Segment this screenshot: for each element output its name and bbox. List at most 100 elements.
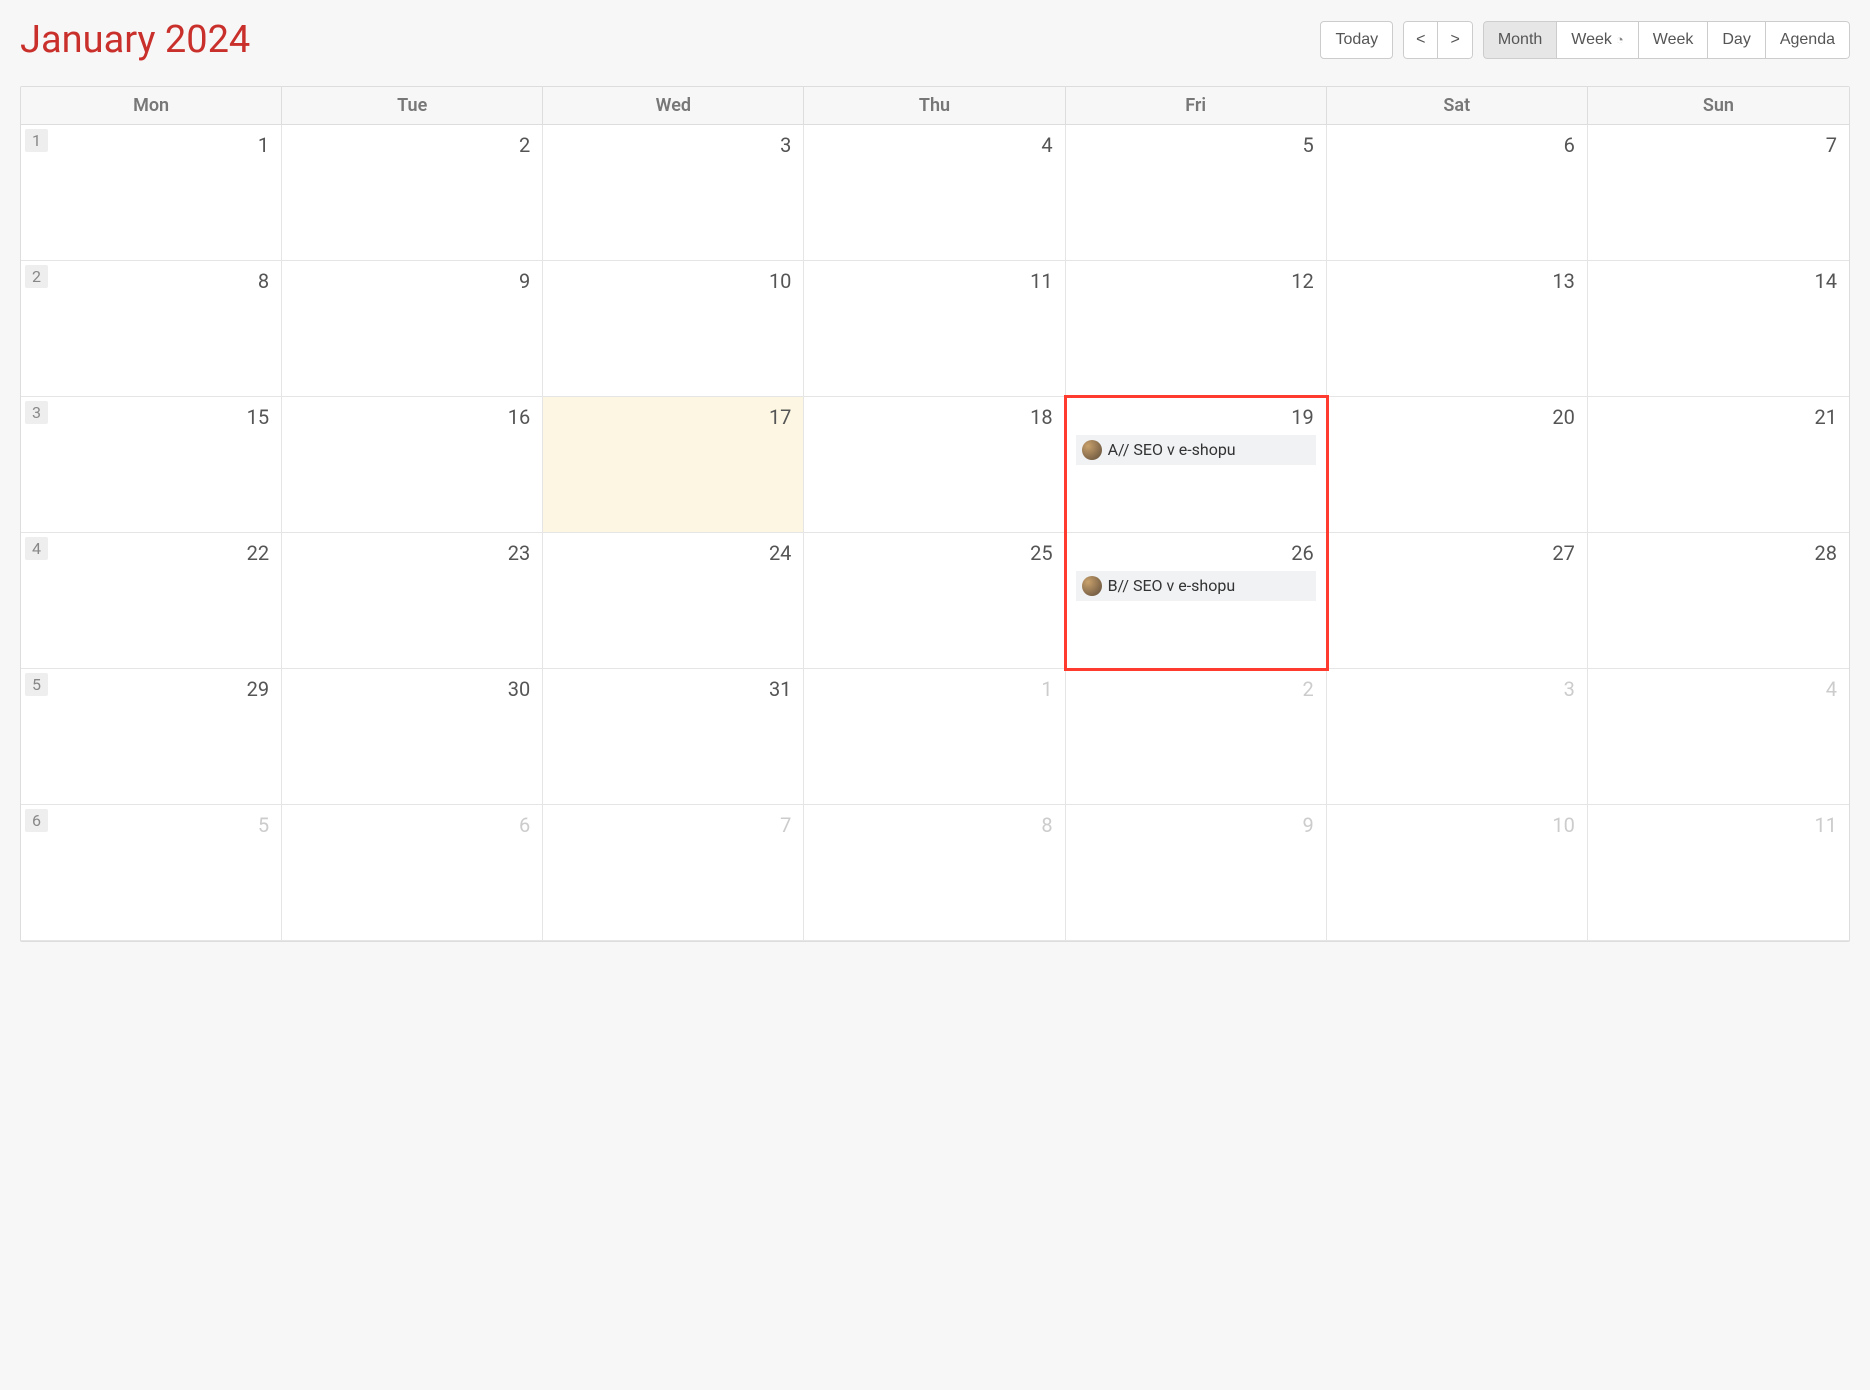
week-row: 6567891011 <box>21 805 1849 941</box>
day-cell[interactable]: 27 <box>1327 533 1588 668</box>
day-header-wed: Wed <box>543 87 804 124</box>
day-number: 14 <box>1815 269 1837 293</box>
day-cell[interactable]: 21 <box>1588 397 1849 532</box>
day-number: 3 <box>1564 677 1575 701</box>
day-cell[interactable]: 28 <box>1588 533 1849 668</box>
weeks-container: 11234567289101112131431516171819A// SEO … <box>21 125 1849 941</box>
day-number: 1 <box>258 133 269 157</box>
day-number: 10 <box>769 269 791 293</box>
calendar-controls: Today < > MonthWeek◔WeekDayAgenda <box>1320 21 1850 60</box>
day-number: 5 <box>1302 133 1313 157</box>
day-cell[interactable]: 25 <box>804 533 1065 668</box>
day-cell[interactable]: 12 <box>1066 261 1327 396</box>
day-header-row: MonTueWedThuFriSatSun <box>21 87 1849 125</box>
day-number: 3 <box>780 133 791 157</box>
day-cell[interactable]: 29 <box>21 669 282 804</box>
day-number: 4 <box>1041 133 1052 157</box>
day-cell[interactable]: 5 <box>1066 125 1327 260</box>
day-cell[interactable]: 1 <box>804 669 1065 804</box>
day-cell[interactable]: 8 <box>804 805 1065 940</box>
day-number: 7 <box>1826 133 1837 157</box>
calendar-event[interactable]: A// SEO v e-shopu <box>1076 435 1316 465</box>
day-cell[interactable]: 1 <box>21 125 282 260</box>
day-number: 23 <box>508 541 530 565</box>
week-row: 42223242526B// SEO v e-shopu2728 <box>21 533 1849 669</box>
next-button[interactable]: > <box>1438 21 1472 60</box>
today-button[interactable]: Today <box>1320 21 1393 60</box>
day-cell[interactable]: 10 <box>1327 805 1588 940</box>
view-switcher: MonthWeek◔WeekDayAgenda <box>1483 21 1850 60</box>
prev-button[interactable]: < <box>1403 21 1438 60</box>
day-number: 27 <box>1552 541 1574 565</box>
day-number: 2 <box>519 133 530 157</box>
day-number: 1 <box>1041 677 1052 701</box>
day-cell[interactable]: 3 <box>1327 669 1588 804</box>
view-label: Week <box>1571 30 1612 51</box>
day-cell[interactable]: 26B// SEO v e-shopu <box>1066 533 1327 668</box>
week-row: 11234567 <box>21 125 1849 261</box>
day-cell[interactable]: 9 <box>1066 805 1327 940</box>
view-label: Day <box>1722 30 1750 51</box>
day-cell[interactable]: 4 <box>1588 669 1849 804</box>
week-number: 6 <box>25 809 48 832</box>
day-cell[interactable]: 6 <box>282 805 543 940</box>
day-cell[interactable]: 15 <box>21 397 282 532</box>
day-cell[interactable]: 5 <box>21 805 282 940</box>
week-number: 3 <box>25 401 48 424</box>
day-cell[interactable]: 13 <box>1327 261 1588 396</box>
day-header-mon: Mon <box>21 87 282 124</box>
view-button-week-1[interactable]: Week◔ <box>1557 21 1638 60</box>
day-cell[interactable]: 19 A// SEO v e-shopu <box>1066 397 1327 532</box>
week-row: 529 30 31 12 3 4 <box>21 669 1849 805</box>
day-cell[interactable]: 17 <box>543 397 804 532</box>
day-cell[interactable]: 16 <box>282 397 543 532</box>
calendar-title: January 2024 <box>20 18 250 62</box>
day-cell[interactable]: 18 <box>804 397 1065 532</box>
day-cell[interactable]: 11 <box>1588 805 1849 940</box>
day-number: 15 <box>247 405 269 429</box>
view-button-month-0[interactable]: Month <box>1483 21 1557 60</box>
week-row: 2891011121314 <box>21 261 1849 397</box>
avatar-icon <box>1082 440 1102 460</box>
day-cell[interactable]: 23 <box>282 533 543 668</box>
day-number: 20 <box>1552 405 1574 429</box>
day-cell[interactable]: 2 <box>282 125 543 260</box>
day-number: 30 <box>508 677 530 701</box>
view-label: Week <box>1653 30 1694 51</box>
day-cell[interactable]: 8 <box>21 261 282 396</box>
day-cell[interactable]: 30 <box>282 669 543 804</box>
day-cell[interactable]: 6 <box>1327 125 1588 260</box>
day-cell[interactable]: 3 <box>543 125 804 260</box>
day-cell[interactable]: 20 <box>1327 397 1588 532</box>
week-number: 5 <box>25 673 48 696</box>
day-cell[interactable]: 22 <box>21 533 282 668</box>
day-number: 4 <box>1826 677 1837 701</box>
day-cell[interactable]: 24 <box>543 533 804 668</box>
day-cell[interactable]: 2 <box>1066 669 1327 804</box>
day-number: 7 <box>780 813 791 837</box>
day-cell[interactable]: 9 <box>282 261 543 396</box>
day-cell[interactable]: 4 <box>804 125 1065 260</box>
view-button-week-2[interactable]: Week <box>1639 21 1709 60</box>
day-number: 19 <box>1291 405 1313 429</box>
clock-icon: ◔ <box>1616 32 1624 49</box>
day-number: 12 <box>1291 269 1313 293</box>
day-number: 24 <box>769 541 791 565</box>
nav-group: < > <box>1403 21 1473 60</box>
day-cell[interactable]: 10 <box>543 261 804 396</box>
day-number: 28 <box>1815 541 1837 565</box>
day-number: 5 <box>258 813 269 837</box>
calendar-event[interactable]: B// SEO v e-shopu <box>1076 571 1316 601</box>
view-label: Month <box>1498 30 1542 51</box>
day-number: 13 <box>1552 269 1574 293</box>
day-cell[interactable]: 7 <box>1588 125 1849 260</box>
day-number: 8 <box>258 269 269 293</box>
day-cell[interactable]: 31 <box>543 669 804 804</box>
day-cell[interactable]: 14 <box>1588 261 1849 396</box>
view-button-day-3[interactable]: Day <box>1708 21 1765 60</box>
day-cell[interactable]: 11 <box>804 261 1065 396</box>
event-title: B// SEO v e-shopu <box>1108 575 1236 597</box>
day-number: 11 <box>1030 269 1052 293</box>
day-cell[interactable]: 7 <box>543 805 804 940</box>
view-button-agenda-4[interactable]: Agenda <box>1766 21 1850 60</box>
